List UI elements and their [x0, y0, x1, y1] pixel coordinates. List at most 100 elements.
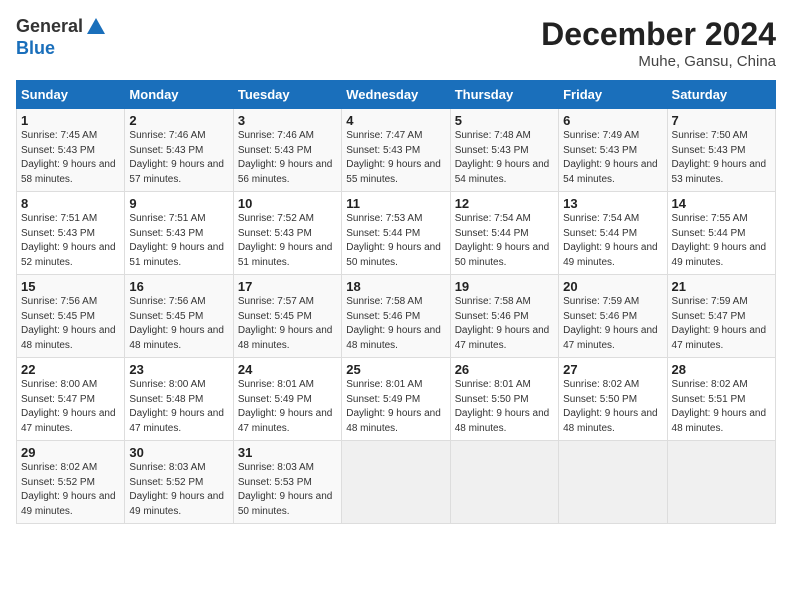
calendar-cell	[450, 441, 558, 524]
day-number: 23	[129, 362, 228, 377]
calendar-cell: 7Sunrise: 7:50 AMSunset: 5:43 PMDaylight…	[667, 109, 775, 192]
col-saturday: Saturday	[667, 81, 775, 109]
calendar-cell: 8 Sunrise: 7:51 AMSunset: 5:43 PMDaylight…	[17, 192, 125, 275]
day-number: 21	[672, 279, 771, 294]
day-number: 8	[21, 196, 120, 211]
calendar-cell: 30 Sunrise: 8:03 AMSunset: 5:52 PMDayligh…	[125, 441, 233, 524]
day-number: 29	[21, 445, 120, 460]
calendar-cell: 16Sunrise: 7:56 AMSunset: 5:45 PMDayligh…	[125, 275, 233, 358]
day-detail: Sunrise: 7:54 AMSunset: 5:44 PMDaylight:…	[455, 213, 550, 268]
day-number: 28	[672, 362, 771, 377]
day-detail: Sunrise: 8:00 AMSunset: 5:48 PMDaylight:…	[129, 379, 224, 434]
day-number: 15	[21, 279, 120, 294]
day-detail: Sunrise: 7:51 AMSunset: 5:43 PMDaylight:…	[21, 213, 116, 268]
day-number: 11	[346, 196, 445, 211]
day-detail: Sunrise: 7:49 AMSunset: 5:43 PMDaylight:…	[563, 130, 658, 185]
day-detail: Sunrise: 7:59 AMSunset: 5:47 PMDaylight:…	[672, 296, 767, 351]
day-number: 9	[129, 196, 228, 211]
day-detail: Sunrise: 8:02 AMSunset: 5:50 PMDaylight:…	[563, 379, 658, 434]
day-detail: Sunrise: 8:01 AMSunset: 5:49 PMDaylight:…	[346, 379, 441, 434]
day-number: 31	[238, 445, 337, 460]
calendar-cell: 28 Sunrise: 8:02 AMSunset: 5:51 PMDayligh…	[667, 358, 775, 441]
logo: General Blue	[16, 16, 107, 60]
day-number: 4	[346, 113, 445, 128]
calendar-cell: 3 Sunrise: 7:46 AMSunset: 5:43 PMDaylight…	[233, 109, 341, 192]
month-title: December 2024	[541, 16, 776, 53]
col-monday: Monday	[125, 81, 233, 109]
day-detail: Sunrise: 7:47 AMSunset: 5:43 PMDaylight:…	[346, 130, 441, 185]
day-number: 25	[346, 362, 445, 377]
calendar-row: 1Sunrise: 7:45 AMSunset: 5:43 PMDaylight…	[17, 109, 776, 192]
calendar-cell: 27 Sunrise: 8:02 AMSunset: 5:50 PMDayligh…	[559, 358, 667, 441]
day-detail: Sunrise: 7:51 AMSunset: 5:43 PMDaylight:…	[129, 213, 224, 268]
calendar-row: 15 Sunrise: 7:56 AMSunset: 5:45 PMDayligh…	[17, 275, 776, 358]
day-detail: Sunrise: 7:55 AMSunset: 5:44 PMDaylight:…	[672, 213, 767, 268]
calendar-cell: 18Sunrise: 7:58 AMSunset: 5:46 PMDayligh…	[342, 275, 450, 358]
calendar-cell: 19Sunrise: 7:58 AMSunset: 5:46 PMDayligh…	[450, 275, 558, 358]
day-number: 26	[455, 362, 554, 377]
day-detail: Sunrise: 8:01 AMSunset: 5:49 PMDaylight:…	[238, 379, 333, 434]
col-sunday: Sunday	[17, 81, 125, 109]
day-detail: Sunrise: 7:54 AMSunset: 5:44 PMDaylight:…	[563, 213, 658, 268]
col-wednesday: Wednesday	[342, 81, 450, 109]
logo-blue: Blue	[16, 38, 55, 58]
day-number: 17	[238, 279, 337, 294]
calendar-cell	[342, 441, 450, 524]
day-number: 1	[21, 113, 120, 128]
calendar-cell: 5 Sunrise: 7:48 AMSunset: 5:43 PMDaylight…	[450, 109, 558, 192]
col-friday: Friday	[559, 81, 667, 109]
calendar-cell: 1Sunrise: 7:45 AMSunset: 5:43 PMDaylight…	[17, 109, 125, 192]
day-detail: Sunrise: 7:48 AMSunset: 5:43 PMDaylight:…	[455, 130, 550, 185]
calendar-cell: 20 Sunrise: 7:59 AMSunset: 5:46 PMDayligh…	[559, 275, 667, 358]
day-detail: Sunrise: 7:53 AMSunset: 5:44 PMDaylight:…	[346, 213, 441, 268]
day-number: 16	[129, 279, 228, 294]
calendar-cell: 24 Sunrise: 8:01 AMSunset: 5:49 PMDayligh…	[233, 358, 341, 441]
day-detail: Sunrise: 8:00 AMSunset: 5:47 PMDaylight:…	[21, 379, 116, 434]
calendar-cell: 6 Sunrise: 7:49 AMSunset: 5:43 PMDaylight…	[559, 109, 667, 192]
calendar-cell: 4 Sunrise: 7:47 AMSunset: 5:43 PMDaylight…	[342, 109, 450, 192]
day-number: 30	[129, 445, 228, 460]
day-detail: Sunrise: 7:46 AMSunset: 5:43 PMDaylight:…	[129, 130, 224, 185]
day-detail: Sunrise: 7:46 AMSunset: 5:43 PMDaylight:…	[238, 130, 333, 185]
day-detail: Sunrise: 7:50 AMSunset: 5:43 PMDaylight:…	[672, 130, 767, 185]
day-number: 5	[455, 113, 554, 128]
day-detail: Sunrise: 7:59 AMSunset: 5:46 PMDaylight:…	[563, 296, 658, 351]
day-number: 12	[455, 196, 554, 211]
day-number: 19	[455, 279, 554, 294]
calendar-row: 8 Sunrise: 7:51 AMSunset: 5:43 PMDaylight…	[17, 192, 776, 275]
day-detail: Sunrise: 7:57 AMSunset: 5:45 PMDaylight:…	[238, 296, 333, 351]
title-block: December 2024 Muhe, Gansu, China	[541, 16, 776, 70]
calendar-table: Sunday Monday Tuesday Wednesday Thursday…	[16, 80, 776, 524]
day-detail: Sunrise: 8:02 AMSunset: 5:51 PMDaylight:…	[672, 379, 767, 434]
calendar-cell: 10Sunrise: 7:52 AMSunset: 5:43 PMDayligh…	[233, 192, 341, 275]
day-number: 2	[129, 113, 228, 128]
calendar-cell	[667, 441, 775, 524]
day-number: 27	[563, 362, 662, 377]
day-number: 3	[238, 113, 337, 128]
col-tuesday: Tuesday	[233, 81, 341, 109]
day-number: 20	[563, 279, 662, 294]
day-detail: Sunrise: 7:52 AMSunset: 5:43 PMDaylight:…	[238, 213, 333, 268]
calendar-cell: 26Sunrise: 8:01 AMSunset: 5:50 PMDayligh…	[450, 358, 558, 441]
day-detail: Sunrise: 7:58 AMSunset: 5:46 PMDaylight:…	[346, 296, 441, 351]
calendar-row: 22Sunrise: 8:00 AMSunset: 5:47 PMDayligh…	[17, 358, 776, 441]
calendar-header-row: Sunday Monday Tuesday Wednesday Thursday…	[17, 81, 776, 109]
page: General Blue December 2024 Muhe, Gansu, …	[0, 0, 792, 534]
calendar-cell: 11 Sunrise: 7:53 AMSunset: 5:44 PMDayligh…	[342, 192, 450, 275]
calendar-cell: 21 Sunrise: 7:59 AMSunset: 5:47 PMDayligh…	[667, 275, 775, 358]
day-number: 24	[238, 362, 337, 377]
day-detail: Sunrise: 7:56 AMSunset: 5:45 PMDaylight:…	[21, 296, 116, 351]
day-number: 6	[563, 113, 662, 128]
calendar-cell: 17 Sunrise: 7:57 AMSunset: 5:45 PMDayligh…	[233, 275, 341, 358]
day-detail: Sunrise: 8:03 AMSunset: 5:52 PMDaylight:…	[129, 462, 224, 517]
calendar-cell: 12 Sunrise: 7:54 AMSunset: 5:44 PMDayligh…	[450, 192, 558, 275]
calendar-cell: 14Sunrise: 7:55 AMSunset: 5:44 PMDayligh…	[667, 192, 775, 275]
calendar-cell	[559, 441, 667, 524]
calendar-cell: 31Sunrise: 8:03 AMSunset: 5:53 PMDayligh…	[233, 441, 341, 524]
location: Muhe, Gansu, China	[541, 53, 776, 70]
calendar-cell: 22Sunrise: 8:00 AMSunset: 5:47 PMDayligh…	[17, 358, 125, 441]
logo-general: General	[16, 16, 83, 36]
calendar-cell: 15 Sunrise: 7:56 AMSunset: 5:45 PMDayligh…	[17, 275, 125, 358]
day-detail: Sunrise: 8:02 AMSunset: 5:52 PMDaylight:…	[21, 462, 116, 517]
calendar-cell: 2 Sunrise: 7:46 AMSunset: 5:43 PMDaylight…	[125, 109, 233, 192]
